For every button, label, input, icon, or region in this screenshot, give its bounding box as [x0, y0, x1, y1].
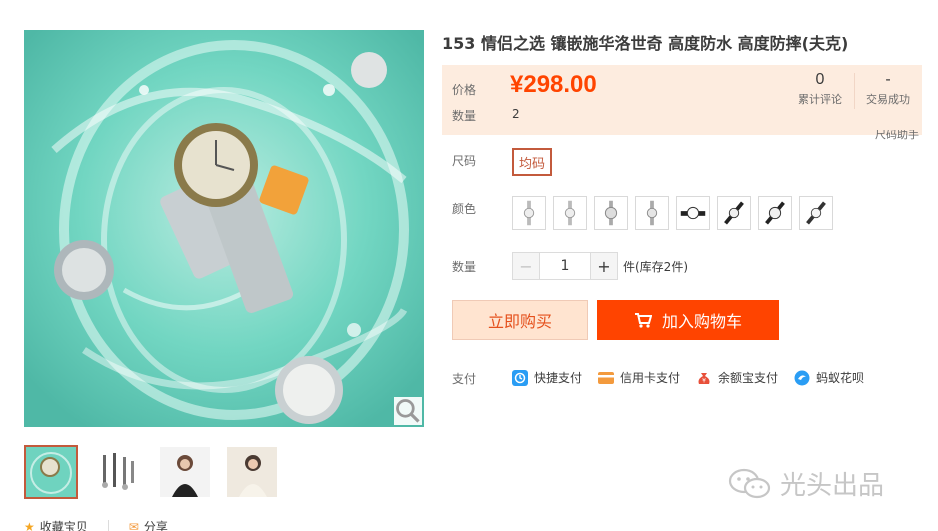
- price-panel: 价格 ¥298.00 数量 2 0 累计评论 - 交易成功: [442, 65, 922, 135]
- star-icon: ★: [24, 519, 35, 531]
- buy-now-button[interactable]: 立即购买: [452, 300, 588, 340]
- size-helper-link[interactable]: 尺码助手: [875, 130, 919, 140]
- credit-card-icon: [598, 370, 615, 386]
- stock-text: 件(库存2件): [623, 260, 688, 274]
- svg-text:¥: ¥: [702, 377, 706, 384]
- size-label: 尺码: [452, 154, 477, 168]
- payment-yuebao-label: 余额宝支付: [718, 371, 779, 385]
- price-label: 价格: [452, 83, 477, 97]
- color-swatches: [512, 196, 840, 230]
- add-to-cart-button[interactable]: 加入购物车: [597, 300, 779, 340]
- quantity-label: 数量: [452, 260, 477, 274]
- thumbnail[interactable]: [158, 445, 212, 499]
- favorite-link[interactable]: ★ 收藏宝贝: [24, 518, 88, 531]
- divider: [854, 73, 855, 109]
- sales-count: -: [885, 71, 891, 88]
- watermark-text: 光头出品: [780, 471, 885, 501]
- thumbnail[interactable]: [225, 445, 279, 499]
- payment-credit-card: 信用卡支付: [598, 369, 680, 386]
- huabei-icon: [794, 370, 810, 386]
- product-title: 153 情侣之选 镶嵌施华洛世奇 高度防水 高度防摔(夫克): [442, 34, 849, 53]
- payment-quickpay-label: 快捷支付: [534, 371, 583, 385]
- thumbnail-strip: [24, 445, 292, 499]
- quickpay-icon: [512, 369, 528, 386]
- cart-icon: [634, 312, 652, 328]
- payment-credit-card-label: 信用卡支付: [620, 371, 681, 385]
- color-swatch[interactable]: [635, 196, 669, 230]
- review-count: 0: [815, 71, 825, 88]
- favorite-label: 收藏宝贝: [39, 520, 88, 531]
- yuebao-icon: ¥: [696, 370, 712, 386]
- price-value: ¥298.00: [510, 71, 597, 98]
- qty-value: 2: [512, 107, 520, 121]
- color-swatch[interactable]: [799, 196, 833, 230]
- thumbnail[interactable]: [91, 445, 145, 499]
- payment-huabei-label: 蚂蚁花呗: [816, 371, 865, 385]
- wechat-icon: [728, 467, 772, 501]
- quantity-input[interactable]: 1: [540, 252, 590, 280]
- review-stat[interactable]: 0 累计评论: [788, 71, 852, 107]
- payment-quickpay: 快捷支付: [512, 369, 582, 386]
- color-swatch[interactable]: [717, 196, 751, 230]
- watermark: 光头出品: [728, 465, 884, 502]
- color-swatch[interactable]: [758, 196, 792, 230]
- qty-label: 数量: [452, 109, 477, 123]
- size-option-selected[interactable]: 均码: [512, 148, 552, 176]
- decrease-button[interactable]: −: [512, 252, 540, 280]
- payment-methods: 快捷支付 信用卡支付 ¥ 余额宝支付 蚂蚁花呗: [512, 369, 880, 386]
- increase-button[interactable]: +: [590, 252, 618, 280]
- color-label: 颜色: [452, 202, 477, 216]
- color-swatch[interactable]: [553, 196, 587, 230]
- divider: [107, 519, 109, 531]
- main-product-image[interactable]: [24, 30, 424, 427]
- footer-links: ★ 收藏宝贝 ✉ 分享: [24, 518, 188, 531]
- payment-huabei: 蚂蚁花呗: [794, 369, 864, 386]
- share-link[interactable]: ✉ 分享: [129, 518, 168, 531]
- share-label: 分享: [143, 520, 168, 531]
- payment-label: 支付: [452, 372, 477, 386]
- color-swatch[interactable]: [512, 196, 546, 230]
- share-icon: ✉: [128, 519, 139, 531]
- add-to-cart-label: 加入购物车: [661, 312, 742, 331]
- sales-label: 交易成功: [866, 93, 910, 106]
- zoom-icon[interactable]: [394, 397, 422, 425]
- color-swatch[interactable]: [676, 196, 710, 230]
- quantity-stepper: − 1 +: [512, 252, 618, 280]
- thumbnail[interactable]: [24, 445, 78, 499]
- review-label: 累计评论: [798, 93, 842, 106]
- payment-yuebao: ¥ 余额宝支付: [696, 369, 778, 386]
- color-swatch[interactable]: [594, 196, 628, 230]
- sales-stat: - 交易成功: [856, 71, 920, 107]
